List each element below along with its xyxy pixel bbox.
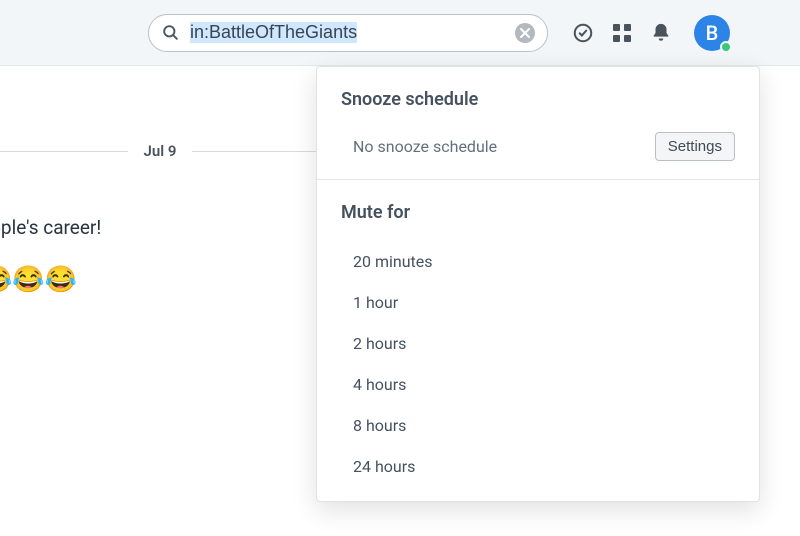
content-area: Jul 9 eople's career! 😂😂😂 nt Snooze sche… bbox=[0, 66, 800, 536]
top-bar: B bbox=[0, 0, 800, 66]
message-panel: Jul 9 eople's career! 😂😂😂 nt bbox=[0, 94, 340, 325]
snooze-status-text: No snooze schedule bbox=[353, 137, 497, 156]
mute-section-title: Mute for bbox=[317, 180, 759, 237]
snooze-popover: Snooze schedule No snooze schedule Setti… bbox=[316, 66, 760, 502]
mute-options-list: 20 minutes1 hour2 hours4 hours8 hours24 … bbox=[317, 237, 759, 487]
mute-option[interactable]: 8 hours bbox=[317, 405, 759, 446]
tasks-icon[interactable] bbox=[572, 22, 594, 44]
emoji-row: 😂😂😂 bbox=[0, 265, 340, 295]
snooze-status-row: No snooze schedule Settings bbox=[317, 124, 759, 180]
avatar[interactable]: B bbox=[694, 15, 730, 51]
avatar-initial: B bbox=[706, 21, 719, 45]
search-icon bbox=[161, 23, 180, 42]
bell-icon[interactable] bbox=[650, 22, 672, 44]
search-input[interactable] bbox=[190, 22, 515, 43]
apps-grid-icon[interactable] bbox=[612, 23, 632, 43]
presence-indicator-icon bbox=[720, 41, 732, 53]
settings-button[interactable]: Settings bbox=[655, 132, 735, 161]
mute-option[interactable]: 24 hours bbox=[317, 446, 759, 487]
message-link[interactable]: nt bbox=[0, 305, 340, 325]
divider-line bbox=[0, 151, 128, 152]
clear-search-button[interactable] bbox=[515, 23, 535, 43]
message-text: eople's career! bbox=[0, 216, 340, 239]
mute-option[interactable]: 20 minutes bbox=[317, 241, 759, 282]
search-field[interactable] bbox=[148, 14, 548, 52]
mute-option[interactable]: 1 hour bbox=[317, 282, 759, 323]
date-label: Jul 9 bbox=[128, 142, 193, 160]
mute-option[interactable]: 2 hours bbox=[317, 323, 759, 364]
top-icon-group: B bbox=[572, 15, 730, 51]
mute-option[interactable]: 4 hours bbox=[317, 364, 759, 405]
date-divider: Jul 9 bbox=[0, 142, 340, 160]
snooze-section-title: Snooze schedule bbox=[317, 67, 759, 124]
